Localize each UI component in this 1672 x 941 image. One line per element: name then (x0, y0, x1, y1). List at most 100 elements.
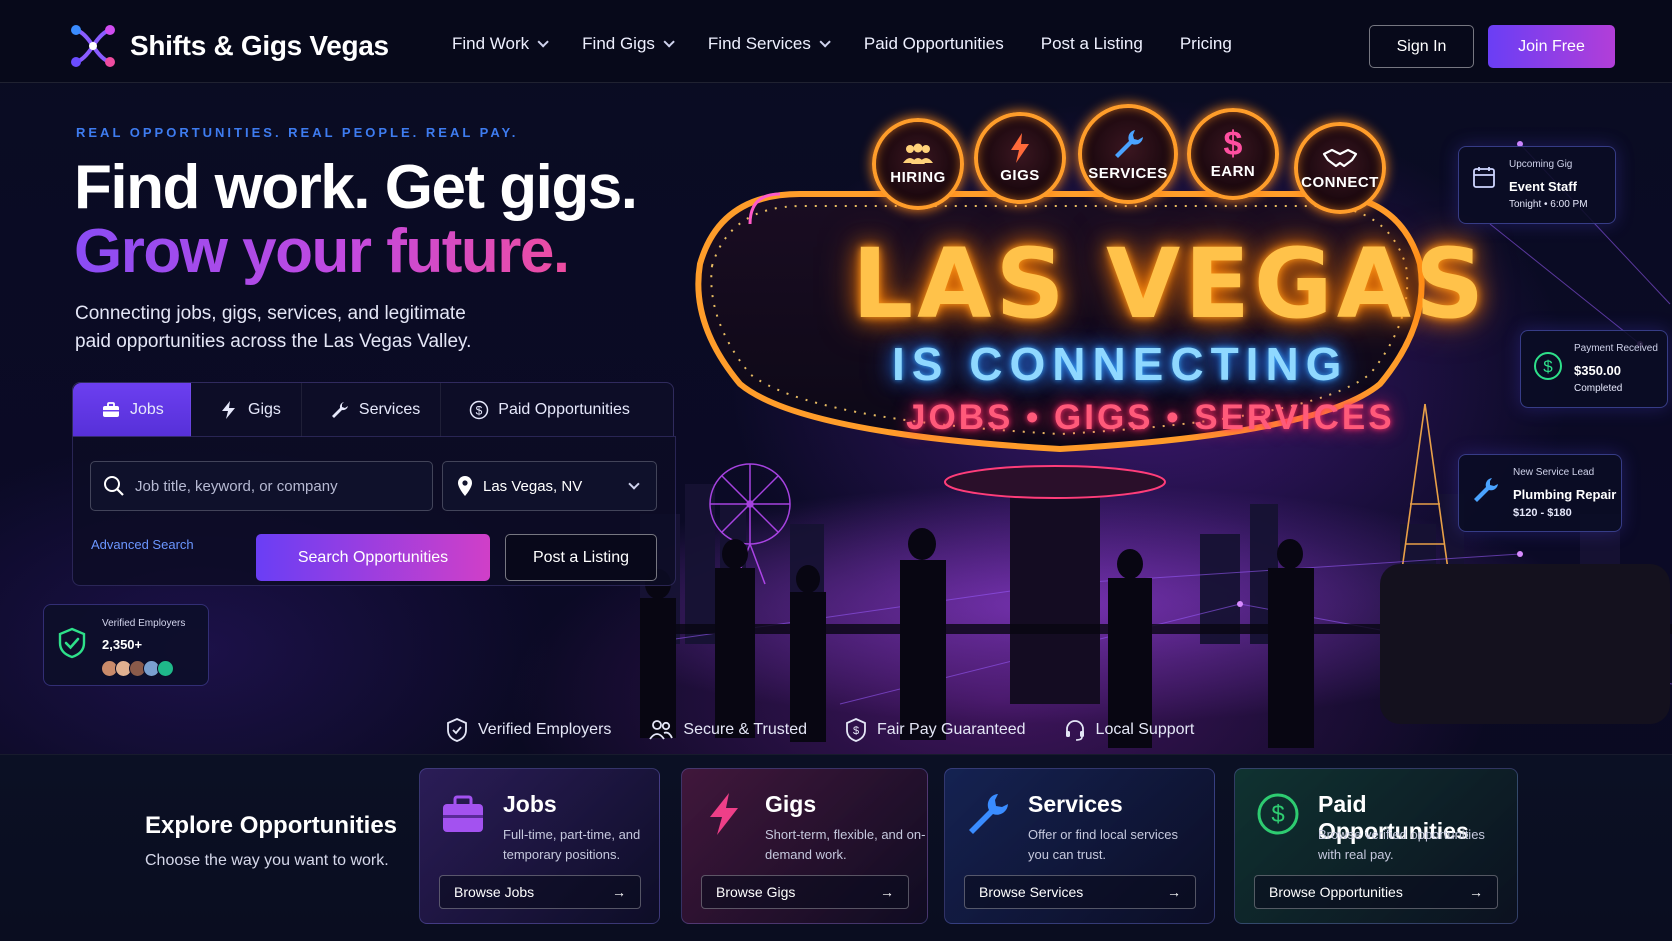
sign-in-button[interactable]: Sign In (1369, 25, 1474, 68)
explore-card-gigs[interactable]: Gigs Short-term, flexible, and on-demand… (681, 768, 928, 924)
chevron-down-icon (537, 36, 549, 48)
nav-links: Find Work Find Gigs Find Services Paid O… (452, 34, 1269, 54)
map-pin-icon (458, 476, 472, 496)
sign-title: LAS VEGAS (852, 228, 1489, 340)
nav-find-services[interactable]: Find Services (707, 34, 831, 54)
explore-title: Explore Opportunities (145, 812, 398, 839)
explore-card-desc: Offer or find local services you can tru… (1028, 827, 1179, 862)
svg-text:$: $ (853, 725, 859, 737)
upcoming-gig-card[interactable]: Upcoming Gig Event Staff Tonight • 6:00 … (1458, 146, 1616, 224)
medallion-connect: CONNECT (1294, 122, 1386, 214)
explore-card-paid-opportunities[interactable]: $ Paid Opportunities Browse verified opp… (1234, 768, 1518, 924)
lightning-icon (710, 793, 738, 835)
location-select[interactable]: Las Vegas, NV (442, 461, 657, 511)
brand-name: Shifts & Gigs Vegas (130, 30, 389, 61)
button-label: Browse Gigs (716, 884, 796, 900)
browse-opportunities-button[interactable]: Browse Opportunities → (1254, 875, 1498, 909)
button-label: Browse Opportunities (1269, 884, 1403, 900)
tab-gigs[interactable]: Gigs (191, 383, 302, 437)
nav-post-listing[interactable]: Post a Listing (1041, 34, 1143, 54)
button-label: Browse Services (979, 884, 1084, 900)
nav-link-label: Find Work (452, 34, 530, 53)
brand-logo[interactable]: Shifts & Gigs Vegas (66, 20, 389, 72)
tab-label: Jobs (130, 401, 164, 418)
briefcase-icon (103, 402, 119, 417)
explore-card-title: Jobs (503, 791, 557, 817)
nav-paid-opportunities[interactable]: Paid Opportunities (864, 34, 1004, 54)
tab-paid-opportunities[interactable]: $ Paid Opportunities (441, 383, 650, 437)
browse-gigs-button[interactable]: Browse Gigs → (701, 875, 909, 909)
trust-bar: Verified Employers Secure & Trusted $ Fa… (446, 718, 1232, 742)
medallion-label: GIGS (1000, 166, 1040, 184)
dollar-circle-icon: $ (1257, 793, 1299, 835)
calendar-icon (1473, 167, 1495, 188)
medallion-label: HIRING (890, 168, 946, 186)
hero-headline-line-1: Find work. Get gigs. (74, 153, 638, 222)
arrow-right-icon: → (612, 884, 626, 900)
dollar-icon: $ (1223, 124, 1243, 163)
join-free-button[interactable]: Join Free (1488, 25, 1615, 68)
advanced-search-link[interactable]: Advanced Search (91, 537, 194, 552)
medallion-gigs: GIGS (974, 112, 1066, 204)
button-label: Browse Jobs (454, 884, 535, 900)
medallion-label: EARN (1210, 162, 1256, 180)
hero-subtitle: Connecting jobs, gigs, services, and leg… (75, 303, 472, 352)
search-tabs: Jobs Gigs Services $ Paid Opportunities (72, 382, 674, 437)
medallion-hiring: HIRING (872, 118, 964, 210)
wrench-icon (1474, 478, 1498, 502)
users-icon (649, 720, 674, 740)
shield-check-icon (447, 718, 467, 742)
wrench-icon (1115, 129, 1143, 158)
payment-received-card[interactable]: $ Payment Received $350.00 Completed (1520, 330, 1668, 408)
arrow-right-icon: → (1469, 884, 1483, 900)
briefcase-icon (443, 795, 483, 832)
dollar-circle-icon: $ (470, 400, 489, 420)
sign-categories: JOBS • GIGS • SERVICES (906, 398, 1395, 437)
browse-jobs-button[interactable]: Browse Jobs → (439, 875, 641, 909)
lead-card-price: $120 - $180 (1513, 507, 1572, 519)
tab-label: Gigs (248, 401, 281, 418)
verified-employers-card: Verified Employers 2,350+ (43, 604, 209, 686)
top-navbar: Shifts & Gigs Vegas Find Work Find Gigs … (0, 0, 1672, 83)
trust-secure-trusted: Secure & Trusted (649, 719, 807, 741)
nav-link-label: Find Gigs (582, 34, 655, 53)
headset-icon (1065, 720, 1084, 741)
trend-icon (157, 660, 174, 677)
search-opportunities-button[interactable]: Search Opportunities (256, 534, 490, 581)
svg-text:$: $ (1543, 357, 1553, 376)
nav-pricing[interactable]: Pricing (1180, 34, 1232, 54)
gig-card-title: Upcoming Gig (1509, 159, 1573, 170)
trust-label: Secure & Trusted (683, 721, 808, 738)
nav-link-label: Find Services (707, 34, 811, 53)
browse-services-button[interactable]: Browse Services → (964, 875, 1196, 909)
nav-link-label: Pricing (1179, 34, 1232, 53)
explore-card-title: Services (1028, 791, 1123, 817)
service-lead-card[interactable]: New Service Lead Plumbing Repair $120 - … (1458, 454, 1622, 532)
lead-card-title: New Service Lead (1513, 467, 1595, 478)
medallion-label: SERVICES (1088, 164, 1168, 182)
avatar-group (101, 660, 174, 677)
hero-headline-line-2: Grow your future. (74, 217, 570, 286)
explore-card-desc: Short-term, flexible, and on-demand work… (765, 827, 926, 862)
handshake-icon (1322, 148, 1358, 167)
medallion-services: SERVICES (1078, 104, 1178, 204)
trust-fair-pay: $ Fair Pay Guaranteed (845, 718, 1026, 742)
shield-check-icon (58, 627, 86, 659)
location-value: Las Vegas, NV (483, 477, 583, 495)
keyword-placeholder: Job title, keyword, or company (135, 477, 338, 495)
tab-label: Services (358, 401, 421, 418)
explore-card-jobs[interactable]: Jobs Full-time, part-time, and temporary… (419, 768, 660, 924)
tab-jobs[interactable]: Jobs (73, 383, 191, 437)
explore-card-desc: Browse verified opportunities with real … (1318, 827, 1485, 862)
explore-card-title: Gigs (765, 791, 817, 817)
tab-services[interactable]: Services (302, 383, 442, 437)
nav-find-gigs[interactable]: Find Gigs (582, 34, 675, 54)
payment-card-status: Completed (1574, 383, 1623, 394)
keyword-search-input[interactable]: Job title, keyword, or company (90, 461, 433, 511)
nav-find-work[interactable]: Find Work (452, 34, 549, 54)
medallion-earn: $ EARN (1187, 108, 1279, 200)
post-listing-button[interactable]: Post a Listing (505, 534, 657, 581)
medallion-label: CONNECT (1301, 173, 1379, 191)
explore-card-services[interactable]: Services Offer or find local services yo… (944, 768, 1215, 924)
hero-eyebrow: REAL OPPORTUNITIES. REAL PEOPLE. REAL PA… (76, 125, 519, 140)
